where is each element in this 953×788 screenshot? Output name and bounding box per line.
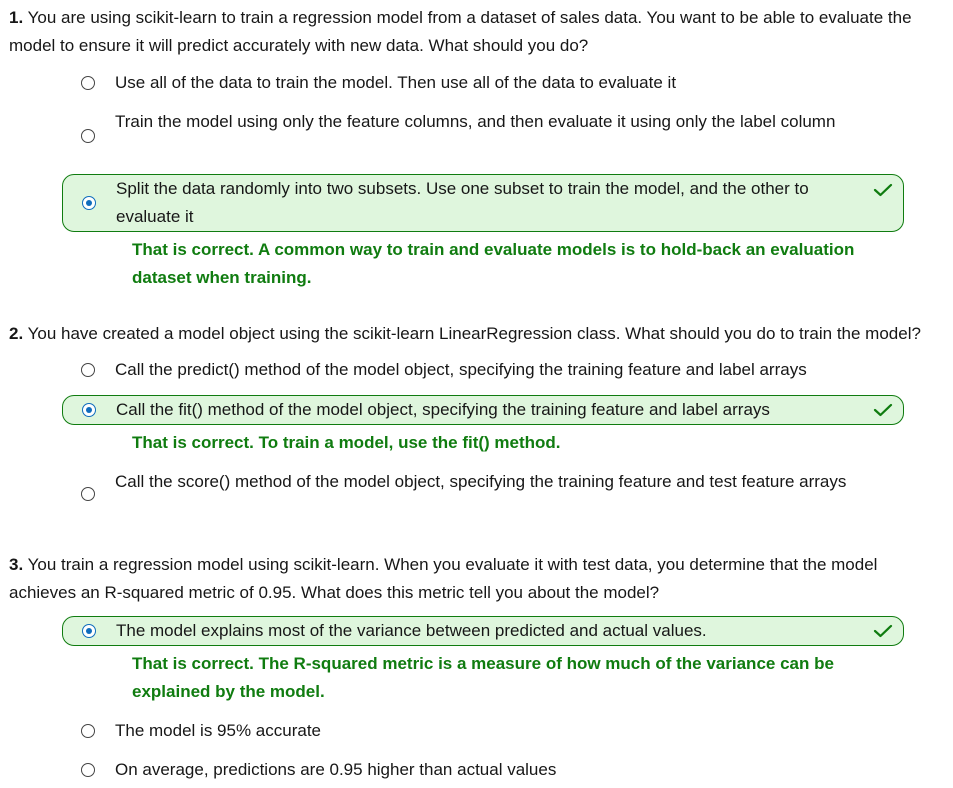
option-label: Call the fit() method of the model objec… [116,400,770,419]
option-label: Train the model using only the feature c… [115,112,836,131]
answer-option[interactable]: The model is 95% accurate [62,716,904,746]
question-number: 1. [9,8,24,27]
question-text: You are using scikit-learn to train a re… [9,8,912,55]
question-text: You train a regression model using sciki… [9,555,878,602]
answer-option[interactable]: On average, predictions are 0.95 higher … [62,755,904,785]
question-number: 2. [9,324,24,343]
checkmark-icon [873,403,893,417]
answer-option[interactable]: Call the predict() method of the model o… [62,355,904,385]
answer-option-selected[interactable]: Split the data randomly into two subsets… [62,174,904,232]
question-2: 2. You have created a model object using… [9,320,944,348]
answer-option-selected[interactable]: Call the fit() method of the model objec… [62,395,904,425]
option-label: Use all of the data to train the model. … [115,73,677,92]
radio-button[interactable] [81,129,95,143]
answer-option[interactable]: Use all of the data to train the model. … [62,68,904,98]
radio-button[interactable] [81,76,95,90]
answer-option[interactable]: Train the model using only the feature c… [62,108,904,166]
radio-button-selected[interactable] [82,624,96,638]
option-label: Call the score() method of the model obj… [115,472,847,491]
question-3: 3. You train a regression model using sc… [9,551,944,607]
option-label: The model explains most of the variance … [116,621,707,640]
radio-button[interactable] [81,363,95,377]
feedback-correct: That is correct. The R-squared metric is… [132,654,834,701]
option-label: The model is 95% accurate [115,721,321,740]
option-label: Call the predict() method of the model o… [115,360,807,379]
radio-button[interactable] [81,763,95,777]
question-text: You have created a model object using th… [27,324,921,343]
answer-option-selected[interactable]: The model explains most of the variance … [62,616,904,646]
feedback-correct: That is correct. To train a model, use t… [132,433,561,452]
question-number: 3. [9,555,24,574]
feedback-correct: That is correct. A common way to train a… [132,240,855,287]
radio-button[interactable] [81,487,95,501]
checkmark-icon [873,624,893,638]
option-label: On average, predictions are 0.95 higher … [115,760,557,779]
option-label: Split the data randomly into two subsets… [116,179,809,226]
radio-button[interactable] [81,724,95,738]
radio-button-selected[interactable] [82,196,96,210]
radio-button-selected[interactable] [82,403,96,417]
checkmark-icon [873,183,893,197]
question-1: 1. You are using scikit-learn to train a… [9,4,944,60]
answer-option[interactable]: Call the score() method of the model obj… [62,466,904,524]
